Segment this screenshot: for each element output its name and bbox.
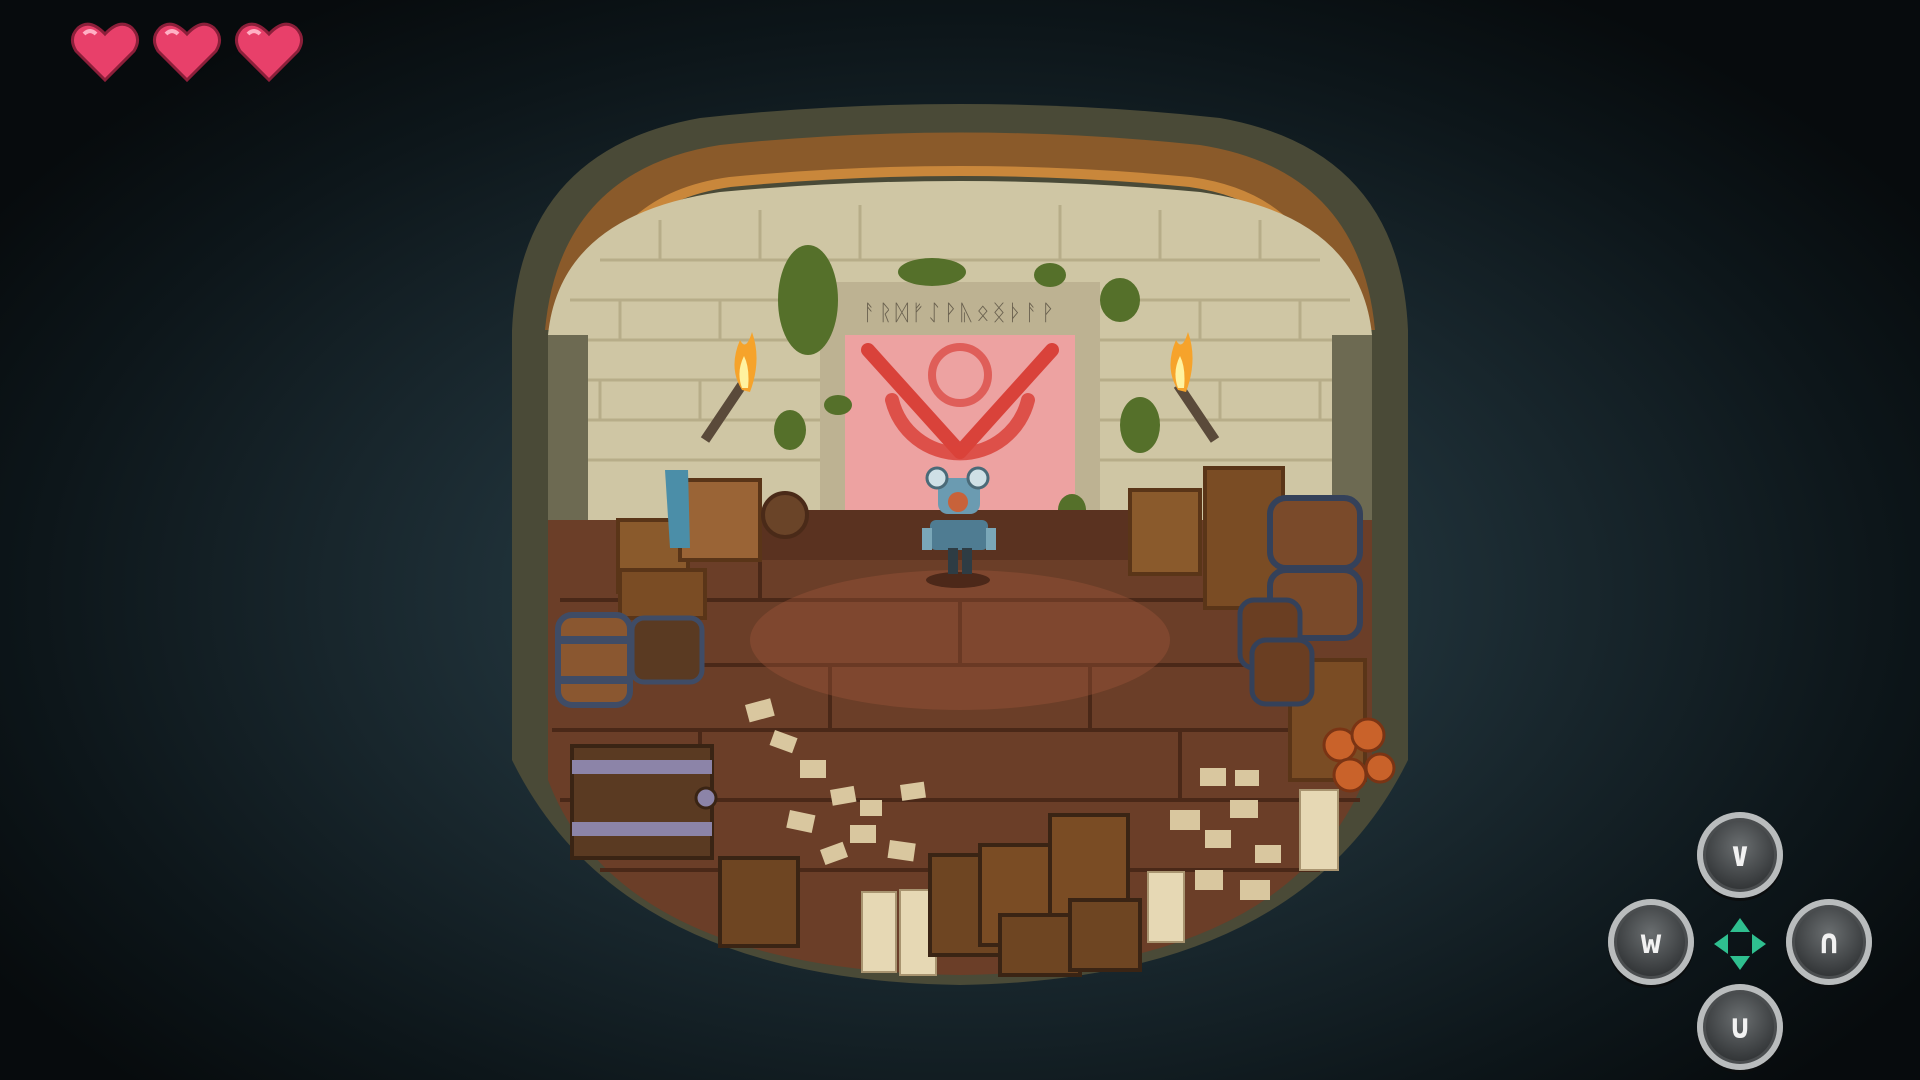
cup-rune-icon: ∪ [1729, 1007, 1751, 1047]
w-rune-icon: w [1640, 922, 1662, 962]
health-hearts [70, 18, 304, 84]
chevron-down-icon: ∨ [1729, 835, 1751, 875]
arrow-right-icon [1752, 934, 1766, 954]
arch-rune-icon: ∩ [1818, 922, 1840, 962]
arrow-up-icon [1730, 918, 1750, 932]
arrow-down-icon [1730, 956, 1750, 970]
game-viewport: ᚨᚱᛞᚠᛇᚹᚣᛟᛝᚦᚨᚹ ∨ w ∩ ∪ [0, 0, 1920, 1080]
heart-icon [235, 22, 303, 83]
down-rune-button[interactable]: ∪ [1697, 984, 1783, 1070]
arrow-left-icon [1714, 934, 1728, 954]
left-rune-button[interactable]: w [1608, 899, 1694, 985]
control-pad: ∨ w ∩ ∪ [1608, 812, 1872, 1070]
direction-arrows-icon [1714, 918, 1766, 970]
treasure-chest [570, 744, 718, 860]
heart-icon [71, 22, 139, 83]
door-rune-inscription: ᚨᚱᛞᚠᛇᚹᚣᛟᛝᚦᚨᚹ [863, 301, 1057, 326]
floor-light-pool [750, 570, 1170, 710]
up-rune-button[interactable]: ∨ [1697, 812, 1783, 898]
heart-icon [153, 22, 221, 83]
right-rune-button[interactable]: ∩ [1786, 899, 1872, 985]
